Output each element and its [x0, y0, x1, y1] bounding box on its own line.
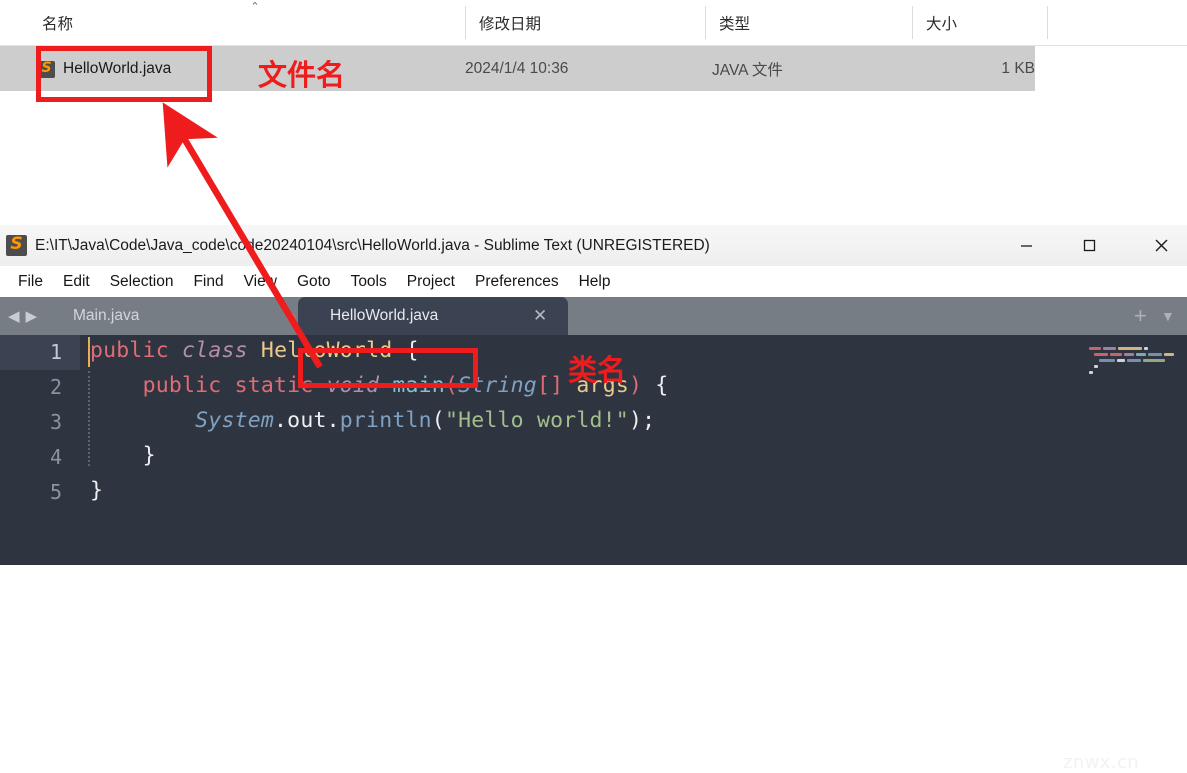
close-button[interactable]: [1138, 225, 1184, 266]
column-header-size[interactable]: 大小: [912, 0, 1047, 45]
column-header-modified-date[interactable]: 修改日期: [465, 0, 705, 45]
line-number: 3: [49, 410, 62, 434]
code-minimap[interactable]: [1072, 335, 1187, 565]
file-modified-cell: 2024/1/4 10:36: [465, 59, 569, 77]
menu-item-selection[interactable]: Selection: [100, 266, 184, 297]
tab-main-java[interactable]: Main.java: [60, 297, 290, 335]
minimize-button[interactable]: [1003, 225, 1049, 266]
explorer-column-header: 名称 ⌃ 修改日期 类型 大小: [0, 0, 1187, 46]
column-divider[interactable]: [1047, 6, 1048, 39]
menu-item-edit[interactable]: Edit: [53, 266, 100, 297]
nav-back-icon[interactable]: ◀: [8, 307, 20, 325]
line-number: 2: [49, 375, 62, 399]
code-token: "Hello world!": [444, 408, 629, 433]
sublime-text-window: E:\IT\Java\Code\Java_code\code20240104\s…: [0, 225, 1187, 773]
code-token: ): [628, 373, 643, 398]
code-editor-area[interactable]: 1 2 3 4 5 public class HelloWorld { publ…: [0, 335, 1187, 565]
tab-navigation-arrows: ◀ ▶: [8, 297, 37, 335]
code-token: );: [628, 408, 656, 433]
menu-item-find[interactable]: Find: [183, 266, 233, 297]
tab-close-icon[interactable]: ✕: [533, 297, 547, 335]
code-token: {: [392, 338, 419, 363]
line-number: 1: [49, 340, 62, 364]
menu-bar: File Edit Selection Find View Goto Tools…: [0, 266, 1187, 298]
file-size-cell: 1 KB: [1001, 59, 1035, 77]
column-header-name[interactable]: 名称: [28, 0, 243, 45]
new-tab-icon[interactable]: +: [1134, 297, 1147, 335]
menu-item-file[interactable]: File: [8, 266, 53, 297]
code-token: HelloWorld: [260, 338, 393, 363]
code-token: }: [90, 443, 156, 468]
menu-item-view[interactable]: View: [234, 266, 287, 297]
sublime-text-icon: [6, 234, 27, 256]
code-token: (: [444, 373, 459, 398]
code-token: .out.: [274, 408, 340, 433]
menu-item-preferences[interactable]: Preferences: [465, 266, 569, 297]
code-line-3[interactable]: System.out.println("Hello world!");: [90, 408, 655, 433]
tab-unsaved-indicator-icon: [287, 313, 296, 322]
maximize-button[interactable]: [1066, 225, 1112, 266]
code-line-5[interactable]: }: [90, 478, 103, 503]
code-token: System: [195, 408, 275, 433]
file-type-cell: JAVA 文件: [712, 61, 783, 79]
code-token: class: [182, 338, 248, 363]
menu-item-tools[interactable]: Tools: [341, 266, 397, 297]
code-line-4[interactable]: }: [90, 443, 156, 468]
code-token: {: [642, 373, 669, 398]
java-file-icon: [38, 60, 55, 78]
code-token: String: [458, 373, 537, 398]
code-token: public: [90, 338, 169, 363]
site-watermark: znwx.cn: [1063, 752, 1140, 773]
window-title-bar[interactable]: E:\IT\Java\Code\Java_code\code20240104\s…: [0, 225, 1187, 267]
code-line-1[interactable]: public class HelloWorld {: [90, 338, 419, 363]
window-title: E:\IT\Java\Code\Java_code\code20240104\s…: [35, 236, 710, 254]
code-token: args: [576, 373, 629, 398]
sort-ascending-icon[interactable]: ⌃: [247, 2, 263, 13]
code-token: (: [431, 408, 445, 433]
file-name-cell[interactable]: HelloWorld.java: [63, 46, 243, 91]
menu-item-help[interactable]: Help: [569, 266, 621, 297]
code-token: main: [392, 373, 445, 398]
code-token: public static: [142, 373, 314, 398]
code-line-2[interactable]: public static void main(String[] args) {: [90, 373, 669, 398]
column-header-type[interactable]: 类型: [705, 0, 912, 45]
line-number: 5: [49, 480, 62, 504]
code-token: void: [326, 373, 380, 398]
code-token: []: [536, 373, 564, 398]
code-token: println: [339, 408, 432, 433]
editor-tab-bar: ◀ ▶ Main.java HelloWorld.java ✕ + ▼: [0, 297, 1187, 335]
menu-item-goto[interactable]: Goto: [287, 266, 341, 297]
tab-helloworld-java[interactable]: HelloWorld.java: [298, 297, 568, 335]
menu-item-project[interactable]: Project: [397, 266, 465, 297]
nav-forward-icon[interactable]: ▶: [26, 307, 38, 325]
line-number: 4: [49, 445, 62, 469]
file-explorer-pane: 名称 ⌃ 修改日期 类型 大小 HelloWorld.java 2024/1/4…: [0, 0, 1187, 225]
code-token: }: [90, 478, 104, 503]
tab-list-chevron-down-icon[interactable]: ▼: [1161, 297, 1175, 335]
